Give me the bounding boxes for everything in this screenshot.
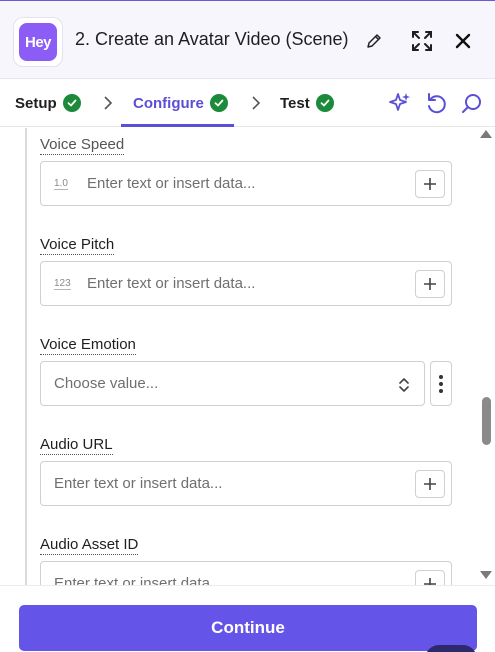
tab-test[interactable]: Test	[280, 92, 334, 114]
voice-emotion-select[interactable]: Choose value...	[40, 361, 425, 406]
undo-icon[interactable]	[424, 91, 448, 115]
plus-icon	[424, 278, 436, 290]
field-label-voice-emotion: Voice Emotion	[40, 336, 136, 355]
check-icon	[209, 94, 228, 112]
audio-asset-id-placeholder: Enter text or insert data...	[54, 575, 223, 585]
voice-speed-placeholder: Enter text or insert data...	[87, 175, 256, 192]
tab-configure[interactable]: Configure	[133, 92, 228, 114]
step-header: Hey 2. Create an Avatar Video (Scene)	[0, 0, 495, 79]
section-guide-line	[25, 128, 27, 585]
voice-speed-input[interactable]: 1.0 Enter text or insert data...	[40, 161, 452, 206]
tab-configure-label: Configure	[133, 94, 204, 112]
field-label-audio-url: Audio URL	[40, 436, 113, 455]
step-title[interactable]: 2. Create an Avatar Video (Scene)	[75, 29, 349, 50]
voice-pitch-input[interactable]: 123 Enter text or insert data...	[40, 261, 452, 306]
scroll-up-arrow[interactable]	[480, 130, 492, 138]
select-arrows-icon	[399, 378, 409, 392]
plus-icon	[424, 178, 436, 190]
chevron-right-icon	[252, 96, 261, 110]
expand-icon[interactable]	[410, 29, 434, 53]
configure-form: Voice Speed 1.0 Enter text or insert dat…	[0, 128, 495, 585]
plus-icon	[424, 478, 436, 490]
field-label-voice-pitch: Voice Pitch	[40, 236, 115, 255]
active-tab-indicator	[121, 124, 234, 127]
insert-data-button[interactable]	[415, 270, 445, 298]
insert-data-button[interactable]	[415, 470, 445, 498]
number-type-hint: 123	[54, 278, 71, 290]
scroll-down-arrow[interactable]	[480, 571, 492, 579]
app-logo: Hey	[13, 17, 63, 67]
app-logo-mark: Hey	[19, 23, 57, 61]
help-launcher[interactable]	[425, 645, 477, 652]
field-label-voice-speed: Voice Speed	[40, 136, 125, 155]
tab-setup-label: Setup	[15, 94, 57, 112]
audio-asset-id-input[interactable]: Enter text or insert data...	[40, 561, 452, 585]
insert-data-button[interactable]	[415, 170, 445, 198]
continue-button[interactable]: Continue	[19, 605, 477, 651]
chevron-right-icon	[104, 96, 113, 110]
search-icon[interactable]	[460, 91, 484, 115]
close-icon[interactable]	[453, 31, 473, 51]
check-icon	[315, 94, 334, 112]
field-label-audio-asset-id: Audio Asset ID	[40, 536, 139, 555]
number-type-hint: 1.0	[54, 178, 68, 190]
step-tabs: Setup Configure Test	[0, 79, 495, 127]
audio-url-input[interactable]: Enter text or insert data...	[40, 461, 452, 506]
scrollbar-thumb[interactable]	[482, 397, 491, 445]
edit-icon[interactable]	[364, 31, 384, 51]
more-vertical-icon[interactable]	[430, 361, 452, 406]
plus-icon	[424, 578, 436, 585]
insert-data-button[interactable]	[415, 570, 445, 585]
audio-url-placeholder: Enter text or insert data...	[54, 475, 223, 492]
check-icon	[62, 94, 81, 112]
tab-setup[interactable]: Setup	[15, 92, 81, 114]
footer: Continue	[0, 585, 495, 652]
tab-test-label: Test	[280, 94, 310, 112]
voice-pitch-placeholder: Enter text or insert data...	[87, 275, 256, 292]
voice-emotion-placeholder: Choose value...	[54, 375, 159, 392]
sparkle-icon[interactable]	[388, 91, 412, 115]
